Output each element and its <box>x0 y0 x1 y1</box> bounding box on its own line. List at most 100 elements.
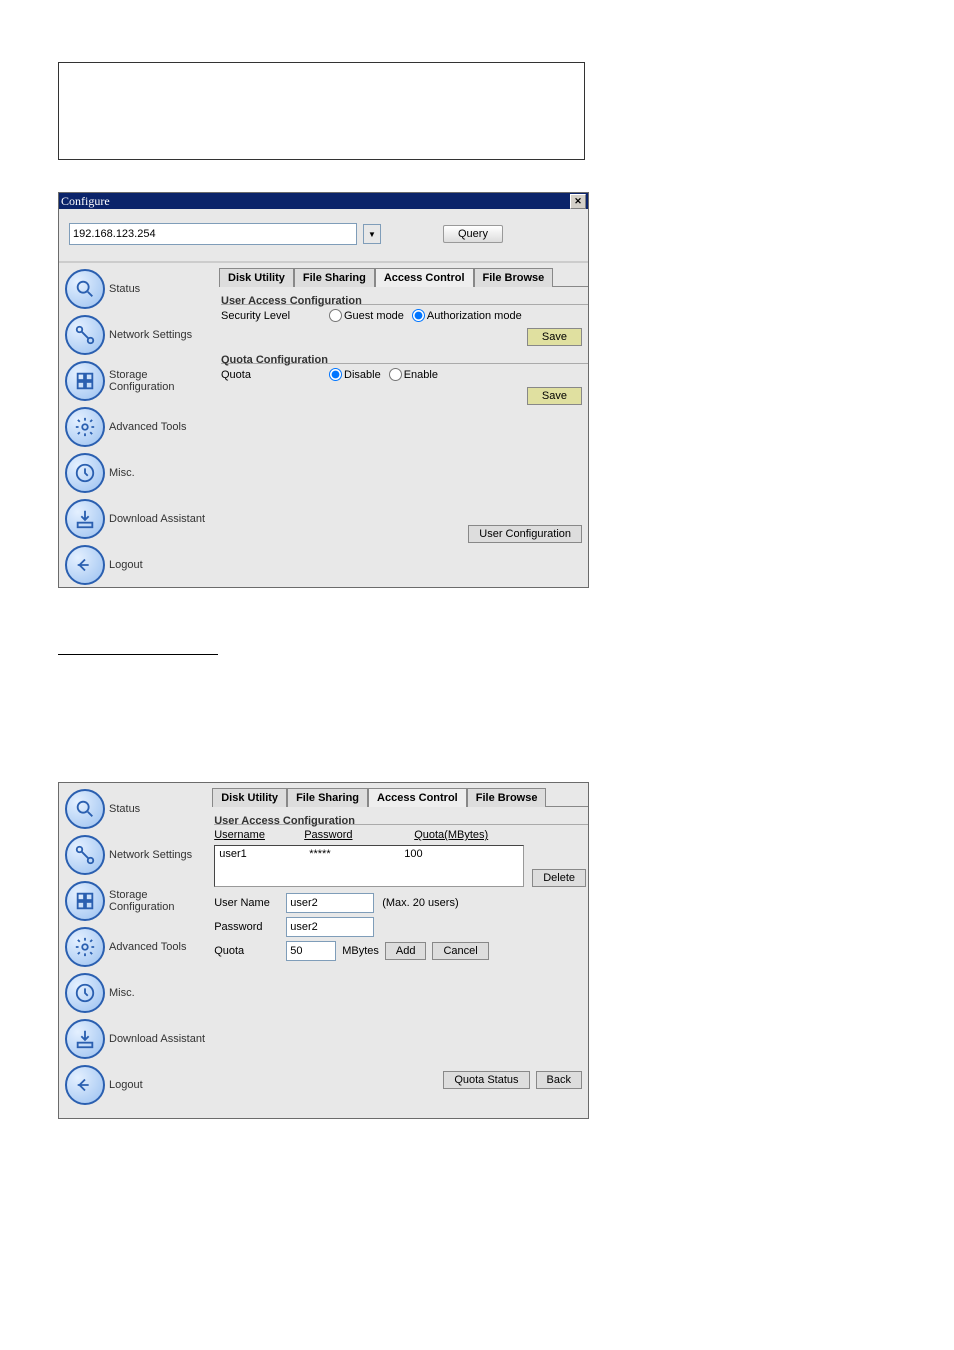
cell-quota: 100 <box>404 848 422 884</box>
grid-icon <box>65 361 105 401</box>
sidebar-label: Storage Configuration <box>109 889 208 913</box>
sidebar: Status Network Settings Storage Configur… <box>59 783 212 1113</box>
radio-auth[interactable] <box>412 309 425 322</box>
sidebar-item-storage[interactable]: Storage Configuration <box>65 881 208 921</box>
back-button[interactable]: Back <box>536 1071 582 1089</box>
grid-icon <box>65 881 105 921</box>
radio-guest-label: Guest mode <box>344 310 404 322</box>
quota-label: Quota <box>221 369 321 381</box>
tab-disk[interactable]: Disk Utility <box>219 268 294 287</box>
gear-icon <box>65 927 105 967</box>
quota-input[interactable] <box>286 941 336 961</box>
save-button-2[interactable]: Save <box>527 387 582 405</box>
sidebar-item-status[interactable]: Status <box>65 269 215 309</box>
main-panel-2: Disk Utility File Sharing Access Control… <box>212 783 588 1113</box>
user-table-header: Username Password Quota(MBytes) <box>214 829 586 841</box>
sidebar-item-advanced[interactable]: Advanced Tools <box>65 407 215 447</box>
tab-share[interactable]: File Sharing <box>287 788 368 807</box>
sidebar: Status Network Settings Storage Configur… <box>59 263 219 593</box>
tab-browse[interactable]: File Browse <box>467 788 547 807</box>
mbytes-label: MBytes <box>342 945 379 957</box>
sidebar-item-network[interactable]: Network Settings <box>65 835 208 875</box>
save-button-1[interactable]: Save <box>527 328 582 346</box>
tab-disk[interactable]: Disk Utility <box>212 788 287 807</box>
cell-pass: ***** <box>309 848 404 884</box>
query-button[interactable]: Query <box>443 225 503 243</box>
sidebar-item-advanced[interactable]: Advanced Tools <box>65 927 208 967</box>
user-config-button[interactable]: User Configuration <box>468 525 582 543</box>
radio-disable-label: Disable <box>344 369 381 381</box>
username-input[interactable] <box>286 893 374 913</box>
download-icon <box>65 499 105 539</box>
user-list[interactable]: user1 ***** 100 <box>214 845 524 887</box>
password-row: Password <box>214 917 586 937</box>
sidebar-item-download[interactable]: Download Assistant <box>65 1019 208 1059</box>
quota-row: Quota Disable Enable <box>221 368 586 381</box>
tab-access[interactable]: Access Control <box>368 788 467 807</box>
titlebar: Configure ✕ <box>59 193 588 209</box>
dropdown-icon[interactable]: ▼ <box>363 224 381 244</box>
magnifier-icon <box>65 269 105 309</box>
password-input[interactable] <box>286 917 374 937</box>
quota-status-button[interactable]: Quota Status <box>443 1071 529 1089</box>
sidebar-item-logout[interactable]: Logout <box>65 545 215 585</box>
clock-icon <box>65 973 105 1013</box>
col-username: Username <box>214 829 304 841</box>
window-title: Configure <box>61 194 110 209</box>
sidebar-label: Network Settings <box>109 329 192 341</box>
magnifier-icon <box>65 789 105 829</box>
sidebar-label: Advanced Tools <box>109 421 186 433</box>
username-row: User Name (Max. 20 users) <box>214 893 586 913</box>
radio-guest[interactable] <box>329 309 342 322</box>
radio-enable[interactable] <box>389 368 402 381</box>
sidebar-label: Network Settings <box>109 849 192 861</box>
sidebar-item-misc[interactable]: Misc. <box>65 973 208 1013</box>
download-icon <box>65 1019 105 1059</box>
sidebar-item-misc[interactable]: Misc. <box>65 453 215 493</box>
sidebar-label: Misc. <box>109 467 135 479</box>
config-window-2: Status Network Settings Storage Configur… <box>58 782 589 1119</box>
network-icon <box>65 315 105 355</box>
security-label: Security Level <box>221 310 321 322</box>
cell-user: user1 <box>219 848 309 884</box>
sidebar-label: Status <box>109 803 140 815</box>
tab-share[interactable]: File Sharing <box>294 268 375 287</box>
blank-box <box>58 62 585 160</box>
sidebar-label: Status <box>109 283 140 295</box>
group-quota: Quota Configuration <box>221 354 588 366</box>
delete-button[interactable]: Delete <box>532 869 586 887</box>
section-underline <box>58 640 218 655</box>
quota-label: Quota <box>214 945 286 957</box>
group-user-access: User Access Configuration <box>214 815 588 827</box>
max-users-note: (Max. 20 users) <box>382 897 458 909</box>
tab-access[interactable]: Access Control <box>375 268 474 287</box>
sidebar-label: Misc. <box>109 987 135 999</box>
gear-icon <box>65 407 105 447</box>
cancel-button[interactable]: Cancel <box>432 942 488 960</box>
col-quota: Quota(MBytes) <box>414 829 488 841</box>
query-row: ▼ Query <box>59 209 588 263</box>
radio-enable-label: Enable <box>404 369 438 381</box>
sidebar-item-logout[interactable]: Logout <box>65 1065 208 1105</box>
radio-disable[interactable] <box>329 368 342 381</box>
sidebar-item-network[interactable]: Network Settings <box>65 315 215 355</box>
tab-bar: Disk Utility File Sharing Access Control… <box>219 267 588 287</box>
network-icon <box>65 835 105 875</box>
logout-icon <box>65 1065 105 1105</box>
sidebar-label: Logout <box>109 559 143 571</box>
ip-input[interactable] <box>69 223 357 245</box>
sidebar-item-download[interactable]: Download Assistant <box>65 499 215 539</box>
quota-row: Quota MBytes Add Cancel <box>214 941 586 961</box>
sidebar-item-storage[interactable]: Storage Configuration <box>65 361 215 401</box>
close-icon[interactable]: ✕ <box>570 194 586 209</box>
sidebar-item-status[interactable]: Status <box>65 789 208 829</box>
sidebar-label: Logout <box>109 1079 143 1091</box>
group-user-access: User Access Configuration <box>221 295 588 307</box>
logout-icon <box>65 545 105 585</box>
sidebar-label: Advanced Tools <box>109 941 186 953</box>
security-level-row: Security Level Guest mode Authorization … <box>221 309 586 322</box>
tab-browse[interactable]: File Browse <box>474 268 554 287</box>
add-button[interactable]: Add <box>385 942 427 960</box>
config-window-1: Configure ✕ ▼ Query Status Network Setti… <box>58 192 589 588</box>
sidebar-label: Download Assistant <box>109 1033 205 1045</box>
